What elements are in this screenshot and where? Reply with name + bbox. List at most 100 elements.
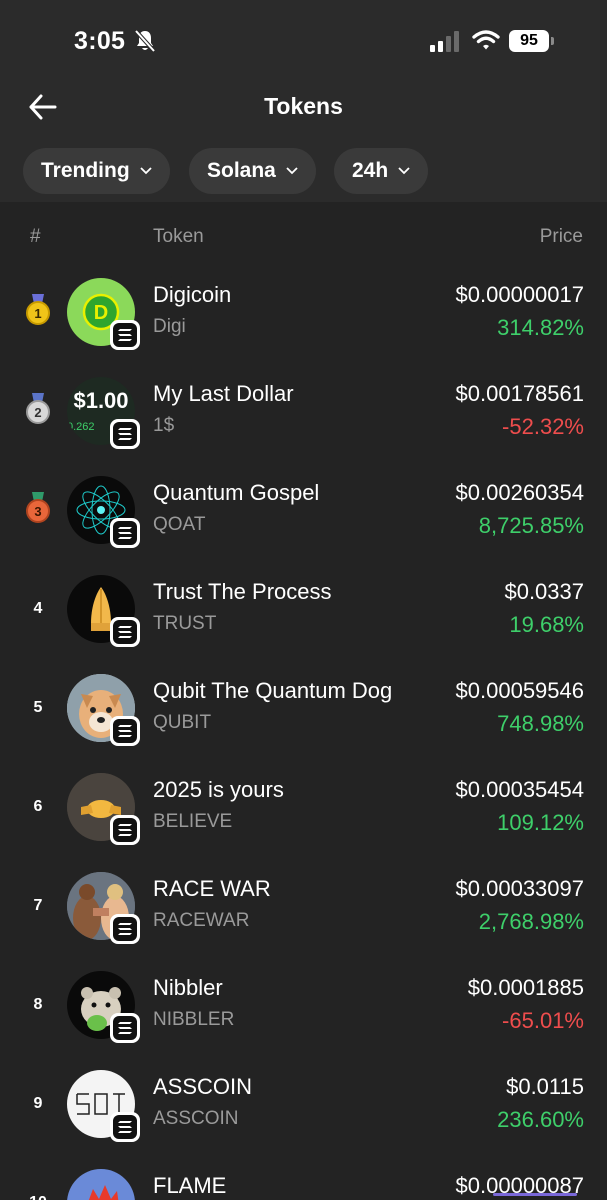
token-symbol: BELIEVE	[153, 811, 233, 832]
token-price: $0.00035454	[455, 777, 584, 802]
signal-icon	[430, 31, 459, 52]
solana-badge	[110, 716, 140, 746]
column-header-rank: #	[30, 226, 41, 247]
chevron-down-icon	[398, 167, 410, 175]
token-price: $0.00059546	[455, 678, 584, 703]
token-symbol: ASSCOIN	[153, 1108, 239, 1129]
solana-badge	[110, 518, 140, 548]
token-change: 2,768.98%	[478, 909, 584, 934]
avatar-subtext: 0.262	[67, 421, 95, 433]
solana-icon	[118, 428, 132, 440]
token-symbol: RACEWAR	[153, 910, 250, 931]
filter-trending-dropdown[interactable]: Trending	[23, 148, 170, 194]
token-name: Digicoin	[153, 282, 232, 307]
rank-number: 2	[34, 405, 41, 420]
top-area: 3:05 95 Tokens Trending Solana 24h	[0, 0, 607, 202]
token-row[interactable]: 2 $1.00 0.262 My Last Dollar 1$ $0.00178…	[0, 371, 607, 470]
token-symbol: QUBIT	[153, 712, 212, 733]
token-row[interactable]: 9 ASSCOIN ASSCOIN $0.0115 236.60%	[0, 1064, 607, 1163]
token-name: Qubit The Quantum Dog	[153, 678, 393, 703]
token-row[interactable]: 5 Qubit The Quantum Dog QUBIT $0.0005954…	[0, 668, 607, 767]
column-header-token[interactable]: Token	[153, 226, 204, 248]
token-change: 19.68%	[509, 612, 584, 637]
token-row[interactable]: 3 Quantum Gospel QOAT $0.00260354 8,725.…	[0, 470, 607, 569]
rank-number: 8	[33, 996, 43, 1013]
token-name: My Last Dollar	[153, 381, 294, 406]
solana-badge	[110, 914, 140, 944]
token-name: Nibbler	[153, 975, 223, 1000]
solana-icon	[118, 626, 132, 638]
token-change: -52.32%	[502, 414, 584, 439]
solana-icon	[118, 1022, 132, 1034]
token-name: 2025 is yours	[153, 777, 284, 802]
token-avatar	[67, 1169, 135, 1200]
solana-icon	[118, 725, 132, 737]
token-name: FLAME	[153, 1173, 227, 1198]
token-price: $0.0115	[506, 1074, 584, 1099]
token-row[interactable]: 4 Trust The Process TRUST $0.0337 19.68%	[0, 569, 607, 668]
rank-number: 9	[33, 1095, 43, 1112]
token-change: 314.82%	[497, 315, 584, 340]
solana-badge	[110, 1112, 140, 1142]
solana-icon	[118, 527, 132, 539]
token-change: 8,725.85%	[478, 513, 584, 538]
token-price: $0.0337	[504, 579, 584, 604]
filter-bar: Trending Solana 24h	[0, 148, 607, 194]
token-price: $0.0001885	[467, 975, 584, 1000]
solana-icon	[118, 329, 132, 341]
rank-number: 7	[33, 897, 43, 914]
rank-number: 10	[24, 1167, 52, 1200]
token-row[interactable]: 8 Nibbler NIBBLER $0.0001885 -65.01%	[0, 965, 607, 1064]
bronze-medal-icon: 3	[26, 492, 50, 523]
solana-badge	[110, 617, 140, 647]
rank-number: 6	[33, 798, 43, 815]
wifi-icon	[472, 30, 500, 50]
token-symbol: 1$	[153, 415, 175, 436]
filter-label: Trending	[41, 159, 130, 182]
rank-number: 1	[34, 306, 41, 321]
filter-label: Solana	[207, 159, 276, 182]
column-header-price[interactable]: Price	[540, 226, 583, 248]
header: Tokens	[0, 80, 607, 136]
scroll-indicator	[493, 1193, 577, 1196]
token-name: Quantum Gospel	[153, 480, 320, 505]
rank-number: 5	[33, 699, 43, 716]
token-row[interactable]: 1 D Digicoin Digi $0.00000017 314.82%	[0, 272, 607, 371]
filter-chain-dropdown[interactable]: Solana	[189, 148, 316, 194]
solana-badge	[110, 419, 140, 449]
battery-level: 95	[509, 30, 549, 52]
filter-label: 24h	[352, 159, 389, 182]
status-time: 3:05	[74, 27, 126, 55]
token-name: RACE WAR	[153, 876, 271, 901]
status-bar: 3:05 95	[0, 0, 607, 80]
solana-badge	[110, 815, 140, 845]
avatar-text: $1.00	[73, 388, 128, 413]
token-change: 109.12%	[497, 810, 584, 835]
token-price: $0.00033097	[455, 876, 584, 901]
gold-medal-icon: 1	[26, 294, 50, 325]
token-row[interactable]: 6 2025 is yours BELIEVE $0.00035454 109.…	[0, 767, 607, 866]
solana-badge	[110, 320, 140, 350]
solana-icon	[118, 824, 132, 836]
rank-number: 3	[34, 504, 41, 519]
solana-badge	[110, 1013, 140, 1043]
token-change: 748.98%	[497, 711, 584, 736]
token-symbol: Digi	[153, 316, 186, 337]
token-price: $0.00000017	[455, 282, 584, 307]
page-title: Tokens	[264, 93, 343, 119]
token-change: 236.60%	[497, 1107, 584, 1132]
token-price: $0.00178561	[455, 381, 584, 406]
token-symbol: QOAT	[153, 514, 206, 535]
token-symbol: NIBBLER	[153, 1009, 235, 1030]
token-symbol: TRUST	[153, 613, 217, 634]
chevron-down-icon	[286, 167, 298, 175]
solana-icon	[118, 1121, 132, 1133]
chevron-down-icon	[140, 167, 152, 175]
token-name: ASSCOIN	[153, 1074, 253, 1099]
bell-slash-icon	[134, 29, 156, 53]
silver-medal-icon: 2	[26, 393, 50, 424]
svg-text:D: D	[94, 302, 108, 324]
filter-timeframe-dropdown[interactable]: 24h	[334, 148, 429, 194]
token-row[interactable]: 7 RACE WAR RACEWAR $0.00033097 2,768.98%	[0, 866, 607, 965]
battery-icon: 95	[509, 30, 555, 52]
